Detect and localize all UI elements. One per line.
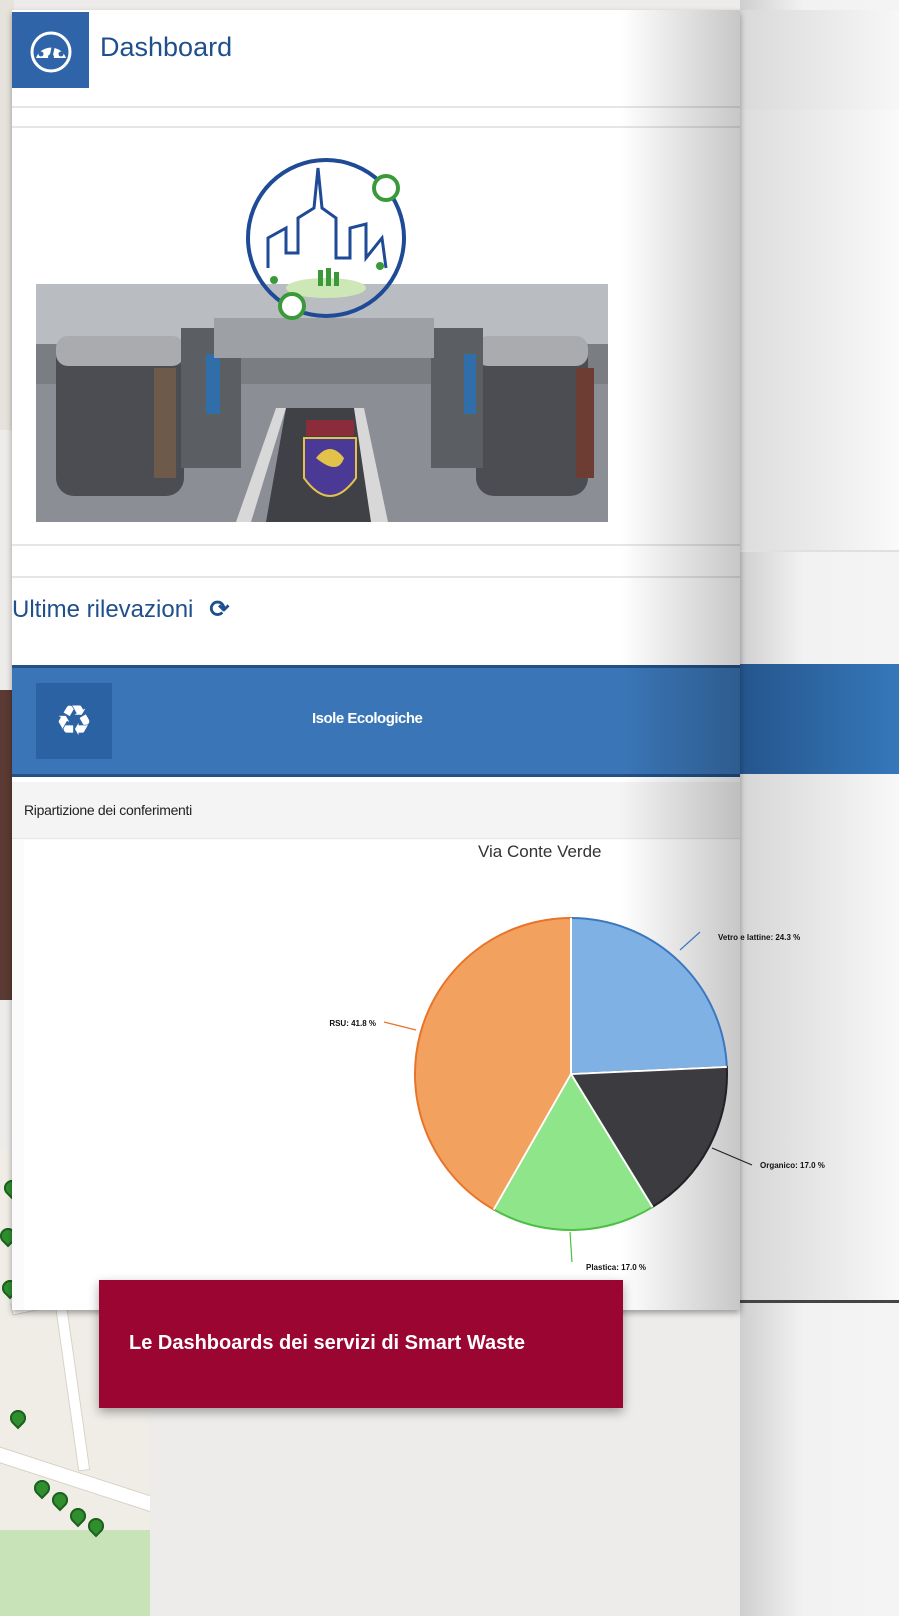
map-pin-icon <box>66 1504 90 1528</box>
widget-title: Isole Ecologiche <box>312 710 423 727</box>
caption-box: Le Dashboards dei servizi di Smart Waste <box>99 1280 623 1408</box>
widget-header: ♻ Isole Ecologiche <box>12 665 740 777</box>
dashboard-header: Dashboard <box>12 10 740 108</box>
chart-title: Via Conte Verde <box>478 842 602 861</box>
section-title: Ultime rilevazioni ⟳ <box>12 595 230 624</box>
section-title-text: Ultime rilevazioni <box>12 595 194 623</box>
smart-waste-illustration <box>36 158 608 522</box>
right-page <box>740 0 899 1616</box>
map-pin-icon <box>30 1476 54 1500</box>
caption-text: Le Dashboards dei servizi di Smart Waste <box>129 1332 526 1354</box>
background-photo-strip <box>0 690 12 1000</box>
divider <box>12 544 740 546</box>
map-pin-icon <box>48 1488 72 1512</box>
recycle-icon[interactable]: ♻ <box>36 683 112 759</box>
chart-area <box>24 840 740 1310</box>
divider <box>12 576 740 578</box>
refresh-icon[interactable]: ⟳ <box>209 595 229 624</box>
panel-title: Ripartizione dei conferimenti <box>24 802 192 818</box>
dashboard-gauge-icon[interactable] <box>12 12 89 88</box>
dashboard-page: Dashboard Ultime rilevazioni ⟳ ♻ Isole E… <box>12 10 740 1310</box>
panel-heading: Ripartizione dei conferimenti <box>12 782 740 839</box>
map-pin-icon <box>6 1406 30 1430</box>
page-title: Dashboard <box>100 32 233 62</box>
divider <box>12 126 740 128</box>
chart-panel: Ripartizione dei conferimenti <box>12 782 740 1310</box>
